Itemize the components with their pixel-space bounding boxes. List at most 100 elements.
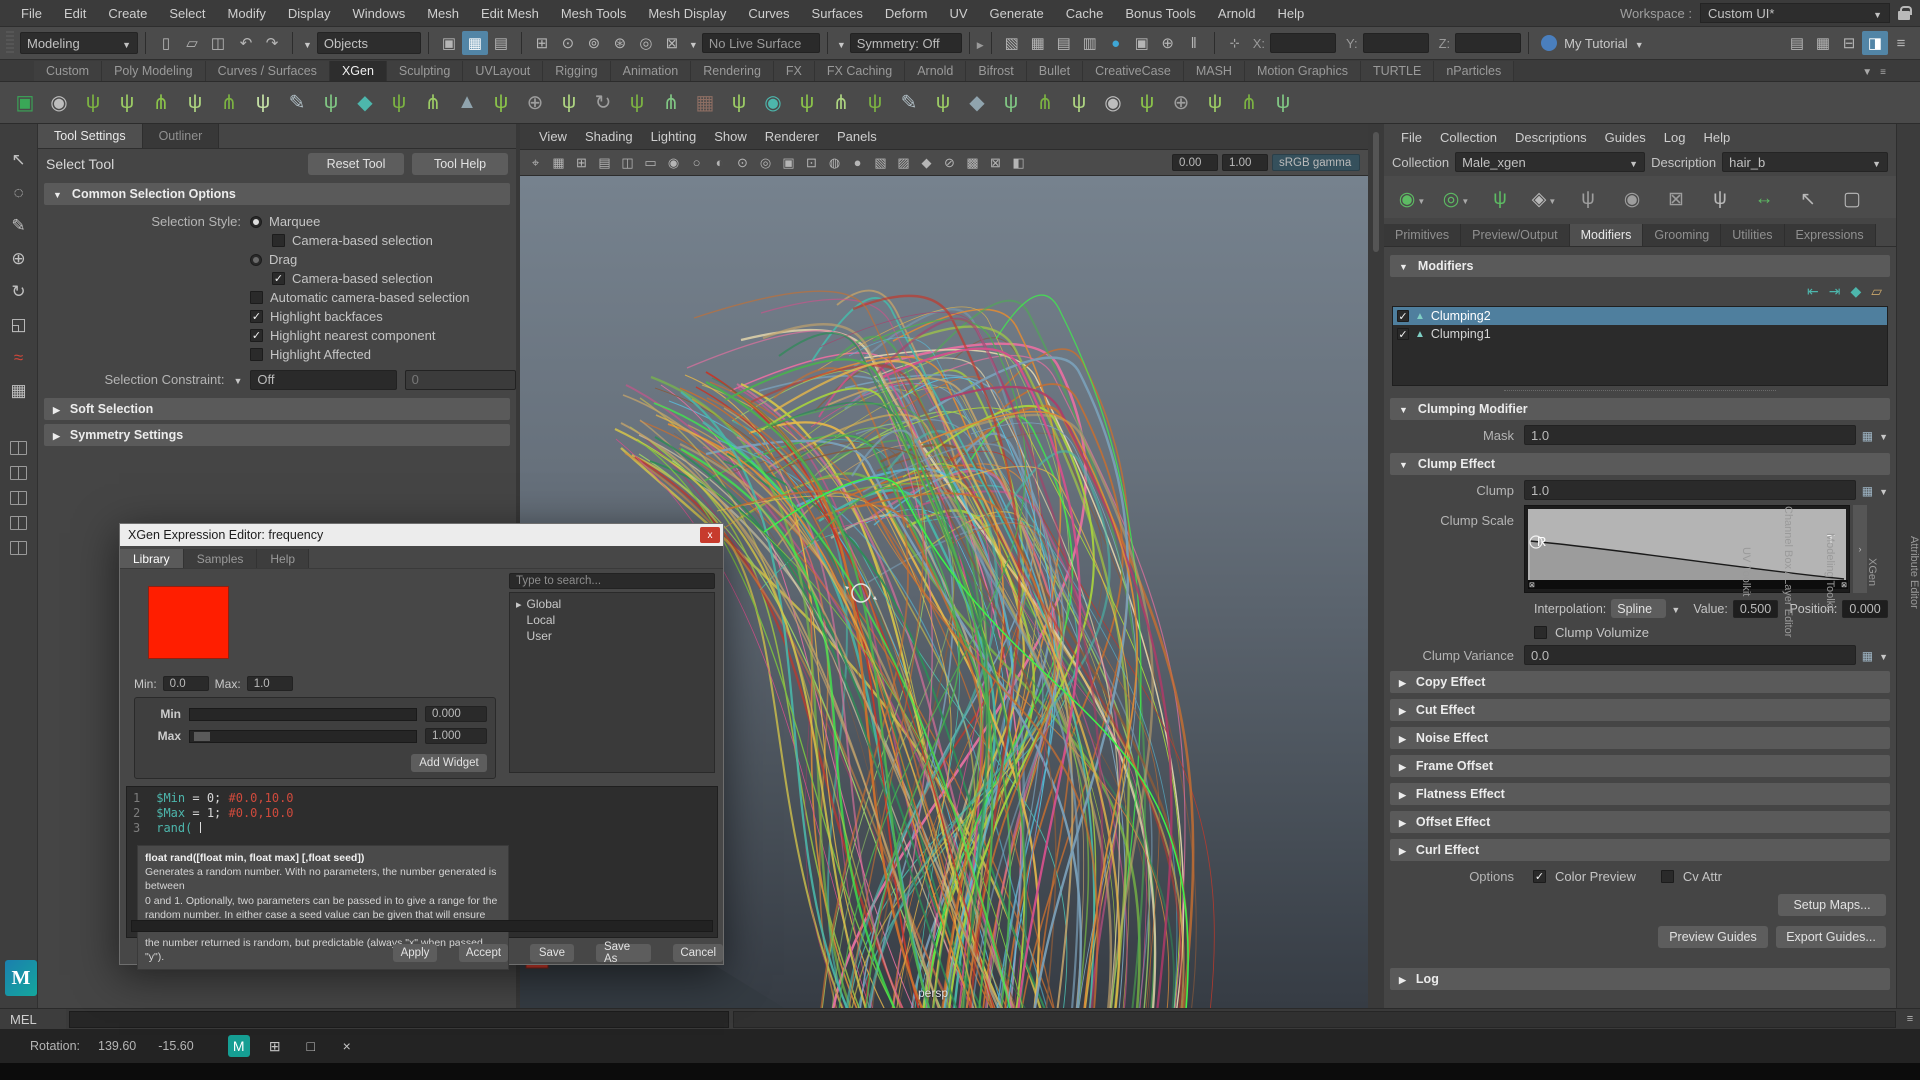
chevron-down-icon[interactable] bbox=[303, 36, 312, 51]
xgen-tab[interactable]: Preview/Output bbox=[1461, 224, 1569, 246]
effect-section-header[interactable]: Noise Effect bbox=[1390, 727, 1890, 749]
max-field[interactable]: 1.0 bbox=[247, 676, 293, 691]
slider-handle[interactable] bbox=[194, 732, 210, 741]
radio-button[interactable] bbox=[250, 348, 263, 361]
expression-code-editor[interactable]: 1 $Min = 0; #0.0,10.0 2 $Max = 1; #0.0,1… bbox=[126, 786, 718, 938]
effect-section-header[interactable]: Copy Effect bbox=[1390, 671, 1890, 693]
viewport-menu-item[interactable]: Panels bbox=[828, 129, 886, 144]
viewport-menu-item[interactable]: Show bbox=[705, 129, 756, 144]
xgen-tool-icon[interactable]: ψ bbox=[1568, 181, 1608, 217]
shelf-menu-icon[interactable]: ≡ bbox=[1880, 67, 1886, 78]
selection-constraint-field[interactable]: Off bbox=[250, 370, 396, 390]
toolbox-tool-icon[interactable]: ≈ bbox=[14, 348, 23, 368]
xgen-menu-item[interactable]: File bbox=[1392, 130, 1431, 145]
command-input[interactable] bbox=[69, 1011, 729, 1028]
option-control[interactable]: Drag bbox=[250, 252, 297, 267]
shelf-icon[interactable]: ⋔ bbox=[144, 86, 178, 120]
description-selector[interactable]: hair_b bbox=[1722, 152, 1888, 172]
modifier-stack-icon[interactable]: ⇤ bbox=[1807, 283, 1819, 300]
min-slider[interactable] bbox=[189, 708, 417, 721]
toolbox-tool-icon[interactable]: ↻ bbox=[11, 282, 25, 302]
menu-item[interactable]: Edit bbox=[53, 6, 97, 21]
exposure-field[interactable]: 0.00 bbox=[1172, 154, 1218, 171]
selection-mode-selector[interactable]: Objects bbox=[317, 32, 421, 54]
gamma-field[interactable]: 1.00 bbox=[1222, 154, 1268, 171]
max-slider-value-field[interactable]: 1.000 bbox=[425, 728, 487, 744]
toolbox-tool-icon[interactable]: ▦ bbox=[10, 381, 26, 401]
layout-shortcut-button[interactable] bbox=[10, 466, 27, 480]
layout-shortcut-button[interactable] bbox=[10, 516, 27, 530]
toolbox-tool-icon[interactable]: ↖ bbox=[11, 150, 25, 170]
viewport-toolbar-icon[interactable]: ◉ bbox=[662, 152, 685, 174]
xgen-tool-icon[interactable]: ▢ bbox=[1832, 181, 1872, 217]
shelf-icon[interactable]: ⋔ bbox=[1232, 86, 1266, 120]
option-control[interactable]: Highlight Affected bbox=[250, 347, 371, 362]
chevron-down-icon[interactable] bbox=[837, 36, 846, 51]
sidebar-toggle-icon[interactable]: ▤ bbox=[1784, 31, 1810, 55]
radio-button[interactable] bbox=[250, 310, 263, 323]
search-input[interactable]: Type to search... bbox=[509, 573, 715, 589]
modifier-stack-icon[interactable]: ⇥ bbox=[1829, 283, 1841, 300]
xgen-menu-item[interactable]: Collection bbox=[1431, 130, 1506, 145]
xgen-menu-item[interactable]: Help bbox=[1694, 130, 1739, 145]
x-input[interactable] bbox=[1270, 33, 1336, 53]
toolbox-tool-icon[interactable]: ◱ bbox=[10, 315, 26, 335]
viewport-toolbar-icon[interactable]: ▩ bbox=[961, 152, 984, 174]
toolbox-tool-icon[interactable]: ◌ bbox=[13, 183, 23, 203]
effect-section-header[interactable]: Curl Effect bbox=[1390, 839, 1890, 861]
effect-section-header[interactable]: Flatness Effect bbox=[1390, 783, 1890, 805]
menu-item[interactable]: Help bbox=[1267, 6, 1316, 21]
option-control[interactable]: Camera-based selection bbox=[272, 271, 433, 286]
render-icon[interactable]: ▧ bbox=[999, 31, 1025, 55]
effect-section-header[interactable]: Cut Effect bbox=[1390, 699, 1890, 721]
modifier-enabled-checkbox[interactable] bbox=[1397, 328, 1409, 340]
clump-volumize-checkbox[interactable] bbox=[1534, 626, 1547, 639]
option-control[interactable]: Marquee bbox=[250, 214, 320, 229]
dialog-titlebar[interactable]: XGen Expression Editor: frequency x bbox=[120, 524, 723, 546]
menu-item[interactable]: Select bbox=[158, 6, 216, 21]
xgen-tool-icon[interactable]: ◈ bbox=[1524, 181, 1564, 217]
xgen-tool-icon[interactable]: ⊠ bbox=[1656, 181, 1696, 217]
snap-icon[interactable]: ⊙ bbox=[555, 31, 581, 55]
dock-tab-vertical[interactable]: Attribute Editor bbox=[1908, 536, 1920, 609]
snap-icon[interactable]: ⊛ bbox=[607, 31, 633, 55]
menu-set-selector[interactable]: Modeling bbox=[20, 32, 138, 54]
ramp-position-field[interactable]: 0.000 bbox=[1842, 600, 1888, 618]
account-avatar[interactable] bbox=[1541, 35, 1557, 51]
shelf-icon[interactable]: ⋔ bbox=[1028, 86, 1062, 120]
radio-button[interactable] bbox=[250, 329, 263, 342]
dialog-tab[interactable]: Samples bbox=[184, 549, 258, 568]
undo-redo-icon[interactable]: ↷ bbox=[259, 31, 285, 55]
viewport-toolbar-icon[interactable]: ◐ bbox=[708, 152, 731, 174]
menu-item[interactable]: Deform bbox=[874, 6, 939, 21]
xgen-tool-icon[interactable]: ↔ bbox=[1744, 181, 1784, 217]
map-icon[interactable] bbox=[1862, 428, 1873, 443]
viewport-menu-item[interactable]: Renderer bbox=[756, 129, 828, 144]
chevron-down-icon[interactable] bbox=[689, 36, 698, 51]
reset-tool-button[interactable]: Reset Tool bbox=[308, 153, 404, 175]
script-editor-icon[interactable]: ≡ bbox=[1900, 1010, 1920, 1028]
render-icon[interactable]: ▤ bbox=[1051, 31, 1077, 55]
chevron-down-icon[interactable] bbox=[1879, 428, 1888, 443]
viewport-toolbar-icon[interactable]: ⊠ bbox=[984, 152, 1007, 174]
taskbar-icon[interactable]: ⊞ bbox=[264, 1035, 286, 1057]
panel-tab[interactable]: Outliner bbox=[143, 124, 220, 148]
view-transform-selector[interactable]: sRGB gamma bbox=[1272, 154, 1360, 171]
clump-variance-field[interactable]: 0.0 bbox=[1524, 645, 1856, 665]
shelf-icon[interactable]: ◉ bbox=[42, 86, 76, 120]
shelf-icon[interactable]: ψ bbox=[1198, 86, 1232, 120]
mask-field[interactable]: 1.0 bbox=[1524, 425, 1856, 445]
viewport-menu-item[interactable]: Shading bbox=[576, 129, 642, 144]
map-icon[interactable] bbox=[1862, 483, 1873, 498]
symmetry-field[interactable]: Symmetry: Off bbox=[850, 33, 962, 53]
option-control[interactable]: Highlight nearest component bbox=[250, 328, 436, 343]
y-input[interactable] bbox=[1363, 33, 1429, 53]
clump-scale-ramp[interactable]: R T ⊠ ⊠ bbox=[1524, 505, 1850, 593]
ramp-root-marker[interactable]: R bbox=[1537, 534, 1546, 549]
tree-item[interactable]: User bbox=[510, 628, 714, 644]
toolbox-tool-icon[interactable]: ✎ bbox=[11, 216, 25, 236]
option-control[interactable]: Camera-based selection bbox=[272, 233, 433, 248]
shelf-menu-icon[interactable]: ▼ bbox=[1862, 67, 1872, 78]
shelf-icon[interactable]: ↻ bbox=[586, 86, 620, 120]
menu-item[interactable]: Display bbox=[277, 6, 342, 21]
